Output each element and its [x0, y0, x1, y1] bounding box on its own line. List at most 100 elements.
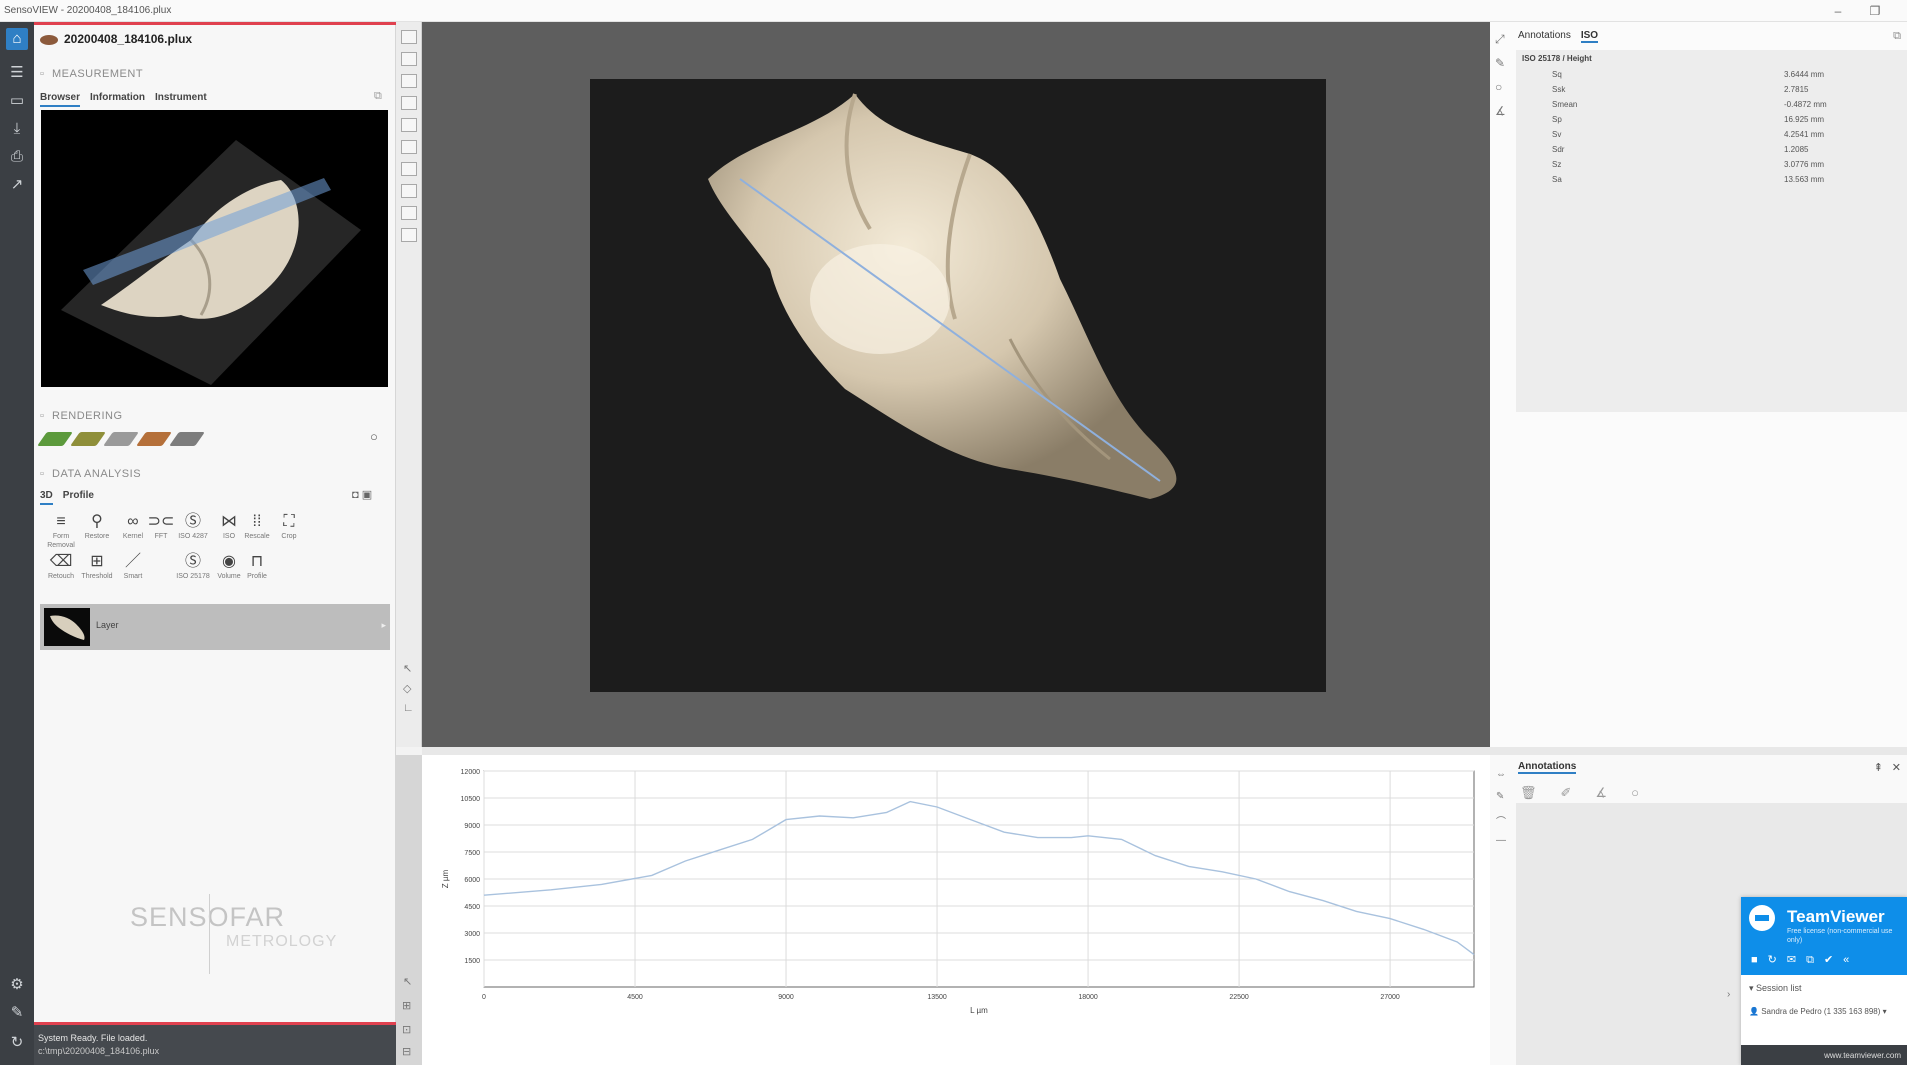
iso-row: Sa 13.563 mm [1516, 175, 1907, 190]
view-tool-icon[interactable] [401, 228, 417, 242]
share-icon[interactable]: ↗ [6, 174, 28, 196]
tool-smart[interactable]: ／ Smart [112, 552, 154, 581]
profile-chart[interactable]: 12000 10500 9000 7500 6000 4500 3000 1500 0 4500 9… [422, 755, 1490, 1065]
folder-icon[interactable]: ▭ [6, 90, 28, 112]
tab-browser[interactable]: Browser [40, 92, 81, 107]
view-tool-icon[interactable] [401, 74, 417, 88]
refresh-icon[interactable]: ↻ [1768, 954, 1777, 966]
chevron-icon: ▫ [40, 410, 45, 422]
3d-preview[interactable] [41, 110, 388, 387]
check-icon[interactable]: ✔ [1824, 954, 1833, 966]
pencil-icon[interactable]: ✐ [1561, 785, 1572, 800]
data-item-name: Layer [96, 620, 119, 630]
iso-table-title: ISO 25178 / Height [1522, 54, 1592, 63]
curve-icon[interactable]: ⌒ [1496, 813, 1506, 828]
x-tick-label: 4500 [627, 994, 643, 1001]
section-label: DATA ANALYSIS [52, 468, 142, 480]
menu-icon[interactable]: ☰ [6, 62, 28, 84]
tab-3d[interactable]: 3D [40, 490, 53, 505]
pan-icon[interactable]: ⊡ [402, 1023, 411, 1036]
section-data-analysis[interactable]: ▫ DATA ANALYSIS [40, 468, 141, 480]
reset-view-icon[interactable]: ○ [370, 429, 378, 444]
line-icon[interactable]: — [1496, 835, 1506, 846]
tool-crop[interactable]: ⛶ Crop [268, 512, 310, 541]
tools-icon[interactable]: ✎ [6, 1002, 28, 1024]
minimize-button[interactable]: – [1823, 2, 1853, 20]
tool-profile[interactable]: ⊓ Profile [236, 552, 278, 581]
camera-icon[interactable]: ◘ ▣ [352, 488, 372, 501]
angle-icon[interactable]: ∡ [1495, 104, 1506, 118]
teamviewer-link[interactable]: www.teamviewer.com [1824, 1051, 1901, 1060]
view-toolstrip: ↖ ◇ ∟ [396, 22, 422, 747]
close-icon[interactable]: ✕ [1892, 761, 1901, 774]
zoom-icon[interactable]: ⊞ [402, 999, 411, 1012]
save-icon[interactable]: ⤓ [6, 118, 28, 140]
render-mode-3[interactable] [103, 432, 139, 446]
section-rendering[interactable]: ▫ RENDERING [40, 410, 123, 422]
image-viewport[interactable] [422, 22, 1490, 747]
view-tool-icon[interactable] [401, 118, 417, 132]
expand-icon[interactable]: ⤢ [1495, 32, 1505, 47]
angle-icon[interactable]: ∡ [1595, 785, 1607, 800]
delete-icon[interactable]: 🗑 [1520, 785, 1537, 800]
file-title: 20200408_184106.plux [40, 32, 192, 46]
session-list-label[interactable]: ▾ Session list [1749, 983, 1802, 994]
view-tool-icon[interactable] [401, 140, 417, 154]
view-tool-icon[interactable] [401, 162, 417, 176]
tab-profile[interactable]: Profile [63, 490, 94, 503]
tab-annotations[interactable]: Annotations [1518, 30, 1571, 41]
tab-iso[interactable]: ISO [1580, 30, 1599, 43]
popout-icon[interactable]: ⧉ [1893, 30, 1901, 43]
iso-param-value: 2.7815 [1784, 85, 1809, 94]
collapse-icon[interactable]: ⇔ [1496, 769, 1506, 780]
tool-icon: ⊓ [250, 553, 264, 570]
view-tool-icon[interactable] [401, 184, 417, 198]
iso-param-name: Sdr [1552, 145, 1565, 154]
title-bar: SensoVIEW - 20200408_184106.plux – ❐ [0, 0, 1907, 22]
annotations-title[interactable]: Annotations [1518, 761, 1577, 774]
maximize-button[interactable]: ❐ [1860, 2, 1890, 20]
iso-row: Ssk 2.7815 [1516, 85, 1907, 100]
edit-icon[interactable]: ✎ [1495, 56, 1505, 70]
iso-param-name: Sa [1552, 175, 1562, 184]
settings-icon[interactable]: ⚙ [6, 974, 28, 996]
pointer-icon[interactable]: ↖ [403, 975, 412, 988]
x-tick-label: 9000 [778, 994, 794, 1001]
pin-icon[interactable]: ⇞ [1874, 761, 1883, 774]
right-tabs: Annotations ISO [1518, 30, 1608, 43]
home-icon[interactable]: ⌂ [6, 28, 28, 50]
iso-row: Sdr 1.2085 [1516, 145, 1907, 160]
video-icon[interactable]: ■ [1751, 954, 1758, 966]
expand-arrow-icon[interactable]: › [1727, 989, 1730, 1000]
circle-icon[interactable]: ○ [1631, 785, 1639, 800]
render-mode-5[interactable] [169, 432, 205, 446]
files-icon[interactable]: ⧉ [1806, 954, 1814, 966]
fit-icon[interactable]: ⊟ [402, 1045, 411, 1058]
edit-icon[interactable]: ✎ [1496, 791, 1504, 802]
render-mode-2[interactable] [70, 432, 106, 446]
popout-icon[interactable]: ⧉ [374, 90, 382, 103]
back-icon[interactable]: « [1843, 954, 1849, 966]
refresh-icon[interactable]: ↻ [6, 1032, 28, 1054]
view-tool-icon[interactable] [401, 206, 417, 220]
item-arrow-icon[interactable]: ▸ [381, 620, 386, 631]
tab-instrument[interactable]: Instrument [155, 92, 207, 105]
session-entry[interactable]: 👤 Sandra de Pedro (1 335 163 898) ▾ [1749, 1007, 1887, 1016]
tab-information[interactable]: Information [90, 92, 145, 105]
pointer-icon[interactable]: ↖ [403, 662, 412, 675]
chat-icon[interactable]: ✉ [1787, 954, 1796, 966]
analysis-tabs: 3D Profile [40, 490, 104, 505]
view-tool-icon[interactable] [401, 30, 417, 44]
export-icon[interactable]: ⎙ [6, 146, 28, 168]
data-item-row[interactable]: Layer ▸ [40, 604, 390, 650]
iso-param-value: 1.2085 [1784, 145, 1809, 154]
x-tick-label: 0 [482, 994, 486, 1001]
view-tool-icon[interactable] [401, 52, 417, 66]
render-mode-1[interactable] [37, 432, 73, 446]
render-mode-4[interactable] [136, 432, 172, 446]
marker-icon[interactable]: ◇ [403, 682, 411, 695]
section-measurement[interactable]: ▫ MEASUREMENT [40, 68, 143, 80]
measure-icon[interactable]: ∟ [403, 702, 414, 714]
circle-icon[interactable]: ○ [1495, 80, 1502, 94]
view-tool-icon[interactable] [401, 96, 417, 110]
